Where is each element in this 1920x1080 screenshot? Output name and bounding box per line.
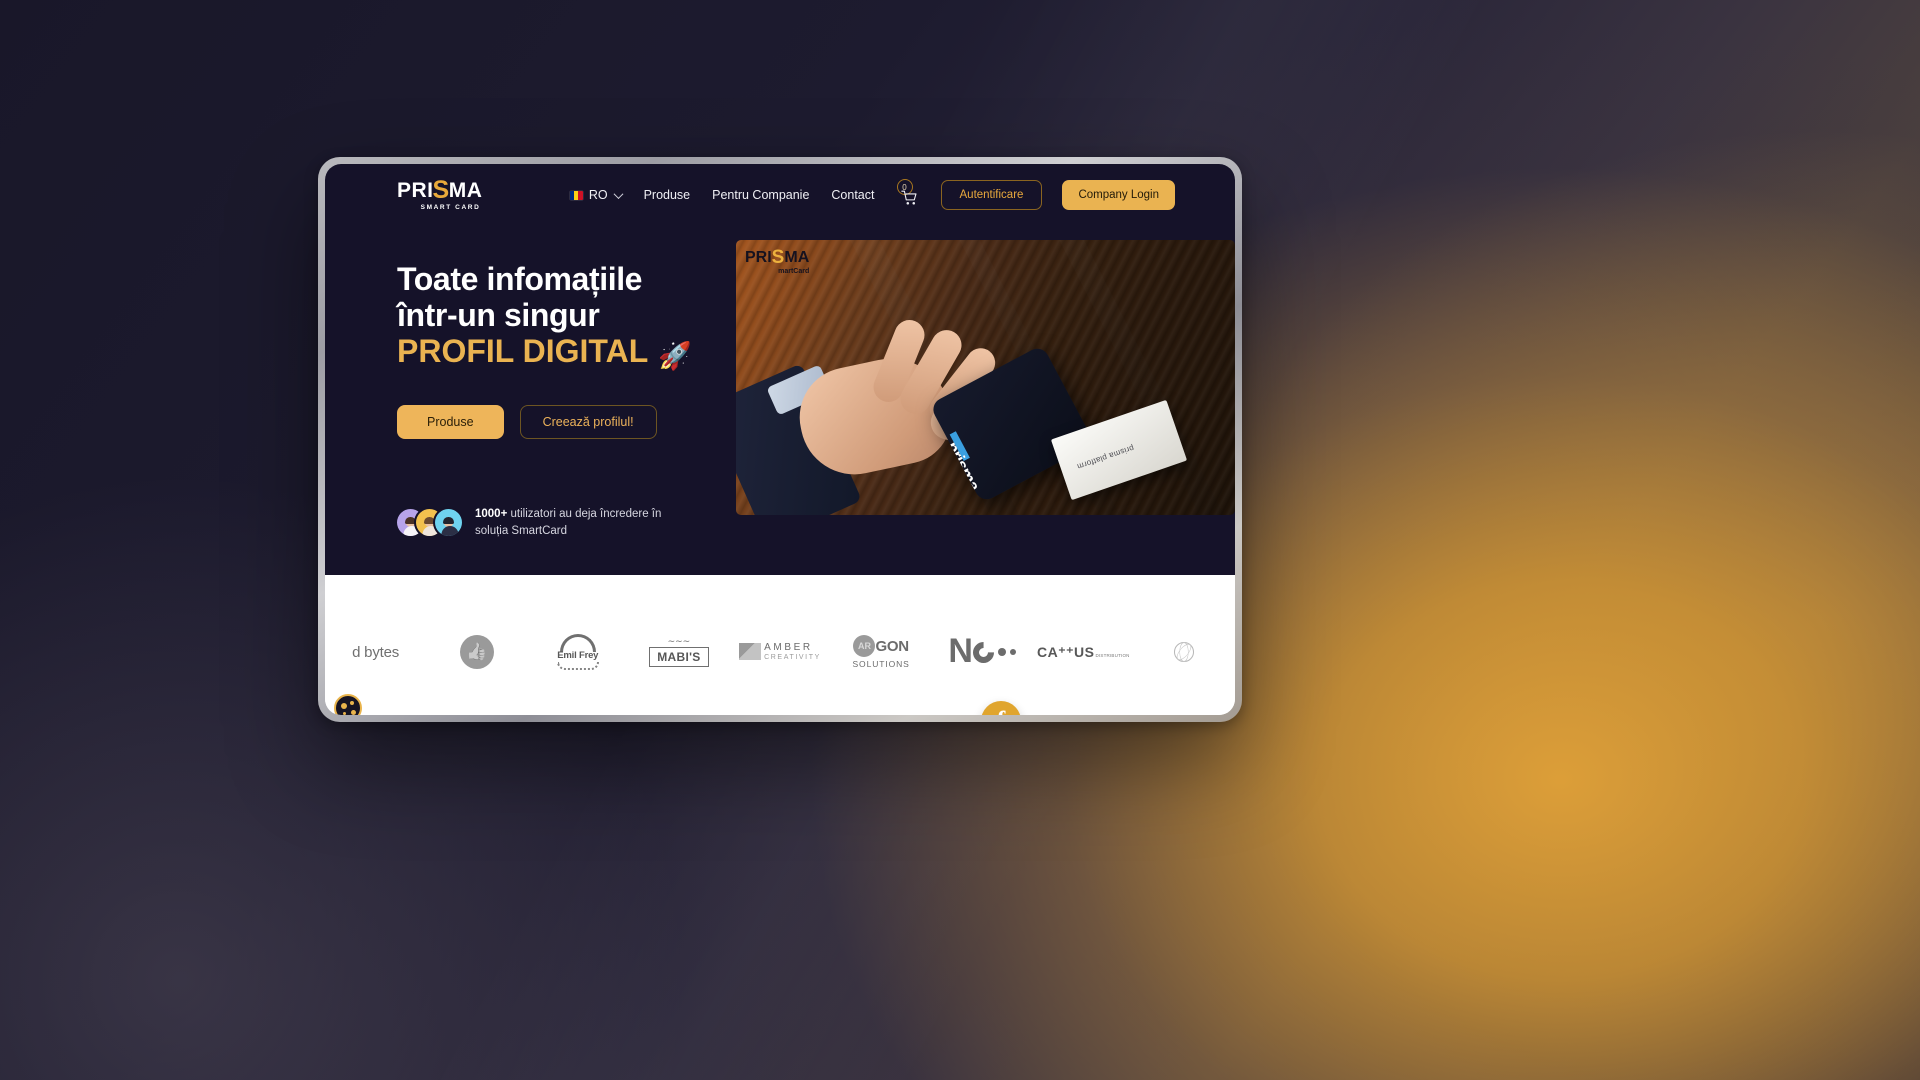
facebook-button[interactable]: f xyxy=(981,701,1021,715)
hero-image: prisma prisma platform PRI S MA martCard xyxy=(736,240,1235,515)
logo-text-ma: MA xyxy=(448,179,483,203)
cookie-settings-button[interactable] xyxy=(334,694,362,715)
hero-headline: Toate infomațiile într-un singur PROFIL … xyxy=(397,261,706,371)
partner-label-bytes: d bytes xyxy=(352,643,400,661)
partner-logo-thumb[interactable]: 👍 xyxy=(426,635,527,669)
logo-text-s: S xyxy=(432,176,450,205)
partner-logo-cactus[interactable]: CA⁺⁺US DISTRIBUTION xyxy=(1033,644,1134,661)
partners-strip: d bytes 👍 Emil Frey ∼∼∼ MABI'S AMBER CRE… xyxy=(325,575,1235,715)
login-button[interactable]: Autentificare xyxy=(940,180,1043,210)
language-code: RO xyxy=(588,188,608,202)
company-login-button[interactable]: Company Login xyxy=(1062,180,1175,210)
partner-logo-globe[interactable] xyxy=(1134,642,1235,662)
partner-logo-emil-frey[interactable]: Emil Frey xyxy=(527,634,628,670)
watermark-sub: martCard xyxy=(778,268,810,275)
partner-label-mabis: MABI'S xyxy=(649,647,709,667)
social-proof-count: 1000+ xyxy=(475,507,508,520)
partner-sublabel-amber: CREATIVITY xyxy=(764,653,821,661)
partner-logo-mabis[interactable]: ∼∼∼ MABI'S xyxy=(628,637,729,667)
partner-logo-bytes[interactable]: d bytes xyxy=(325,644,426,661)
hero-section: PRI S MA SMART CARD RO Produse Pentru Co… xyxy=(325,164,1235,575)
hero-photo: prisma prisma platform PRI S MA martCard xyxy=(736,240,1235,515)
shopping-cart-icon xyxy=(900,190,917,205)
partner-logo-nc[interactable]: N xyxy=(932,632,1033,671)
romania-flag-icon xyxy=(569,190,583,200)
rocket-icon: 🚀 xyxy=(658,340,692,371)
hero-body: Toate infomațiile într-un singur PROFIL … xyxy=(325,226,1235,539)
partner-label-nc: N xyxy=(948,632,972,671)
dot-icon xyxy=(997,648,1006,656)
watermark-ma: MA xyxy=(784,248,810,266)
logo-text-pri: PRI xyxy=(397,179,434,203)
avatar xyxy=(435,509,462,537)
headline-line-2: într-un singur xyxy=(397,296,600,333)
logo-subtitle: SMART CARD xyxy=(420,204,481,212)
nav-link-pentru-companie[interactable]: Pentru Companie xyxy=(712,188,809,202)
dotted-ring-icon xyxy=(556,662,599,670)
globe-icon xyxy=(1174,642,1195,662)
avatar-group xyxy=(397,509,462,537)
partner-logo-argon[interactable]: AR GON SOLUTIONS xyxy=(831,635,932,669)
hero-copy: Toate infomațiile într-un singur PROFIL … xyxy=(397,246,706,539)
cta-create-profile-button[interactable]: Creează profilul! xyxy=(519,404,657,439)
partner-sublabel-cactus: DISTRIBUTION xyxy=(1095,652,1130,658)
partner-logo-amber[interactable]: AMBER CREATIVITY xyxy=(729,642,830,662)
headline-line-3: PROFIL DIGITAL xyxy=(397,332,649,369)
lion-icon: ∼∼∼ xyxy=(667,636,691,646)
partner-logo-row: d bytes 👍 Emil Frey ∼∼∼ MABI'S AMBER CRE… xyxy=(325,634,1235,670)
partner-badge-argon: AR xyxy=(853,635,876,657)
chevron-down-icon xyxy=(613,188,624,199)
nav-link-contact[interactable]: Contact xyxy=(831,188,874,202)
dot-icon xyxy=(1009,649,1016,655)
cart-button[interactable]: 0 xyxy=(896,179,921,207)
navbar-right: RO Produse Pentru Companie Contact 0 Aut… xyxy=(569,179,1235,210)
business-card-text: prisma platform xyxy=(1075,443,1136,472)
watermark-s: S xyxy=(771,247,785,268)
nav-links: RO Produse Pentru Companie Contact xyxy=(569,188,875,202)
partner-label-argon: GON xyxy=(875,637,909,655)
social-proof: 1000+ utilizatori au deja încredere în s… xyxy=(397,506,706,539)
device-frame: PRI S MA SMART CARD RO Produse Pentru Co… xyxy=(318,157,1242,722)
house-icon xyxy=(739,643,762,661)
language-selector[interactable]: RO xyxy=(569,188,624,202)
hero-image-watermark-logo: PRI S MA martCard xyxy=(745,248,809,275)
browser-viewport: PRI S MA SMART CARD RO Produse Pentru Co… xyxy=(325,164,1235,715)
thumbs-up-icon: 👍 xyxy=(459,635,494,669)
cta-produse-button[interactable]: Produse xyxy=(397,404,504,439)
social-proof-text: 1000+ utilizatori au deja încredere în s… xyxy=(475,506,690,539)
c-ring-icon xyxy=(968,637,999,667)
headline-line-1: Toate infomațiile xyxy=(397,261,643,297)
site-navbar: PRI S MA SMART CARD RO Produse Pentru Co… xyxy=(325,164,1235,226)
partner-label-cactus: CA⁺⁺US xyxy=(1037,643,1095,660)
watermark-pri: PRI xyxy=(745,248,772,266)
partner-label-emil-frey: Emil Frey xyxy=(557,650,599,661)
hero-cta-row: Produse Creează profilul! xyxy=(397,404,706,439)
partner-sublabel-argon: SOLUTIONS xyxy=(852,659,910,669)
site-logo[interactable]: PRI S MA SMART CARD xyxy=(397,178,482,212)
partner-label-amber: AMBER xyxy=(764,642,813,654)
nav-link-produse[interactable]: Produse xyxy=(644,188,691,202)
